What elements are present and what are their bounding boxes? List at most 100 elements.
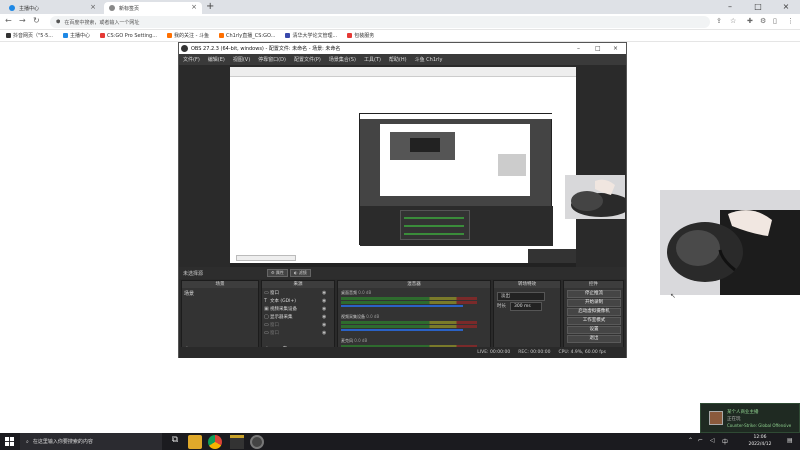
transition-select[interactable]: 淡出 xyxy=(497,292,545,301)
ime-icon[interactable]: 中 xyxy=(722,437,728,446)
eye-icon[interactable]: ◉ xyxy=(322,306,326,312)
bookmark-item[interactable]: CS:GO Pro Setting... xyxy=(100,33,157,39)
system-clock[interactable]: 12:06 2022/4/12 xyxy=(740,434,780,448)
bookmark-item[interactable]: 抖音网页（"5·5... xyxy=(6,32,53,39)
app-icon[interactable] xyxy=(230,435,244,449)
studio-mode-button[interactable]: 工作室模式 xyxy=(567,317,621,325)
forward-icon[interactable]: → xyxy=(19,16,26,25)
source-item[interactable]: 视频采集设备 xyxy=(270,306,297,312)
bookmark-item[interactable]: 清华大学论文管理... xyxy=(285,32,337,39)
stop-streaming-button[interactable]: 停止推流 xyxy=(567,290,621,298)
menu-help[interactable]: 帮助(H) xyxy=(389,56,407,63)
duration-input[interactable]: 300 ms xyxy=(510,302,542,311)
back-icon[interactable]: ← xyxy=(5,16,12,25)
bookmark-item[interactable]: Ch1rly直播_CS:GO... xyxy=(218,32,275,39)
address-bar[interactable]: ⬢ 在百度中搜索，或者输入一个网址 xyxy=(50,16,710,28)
channel-db: 0.0 dB xyxy=(366,314,380,319)
bookmark-item[interactable]: 包装服务 xyxy=(347,32,374,39)
eye-icon[interactable]: ◉ xyxy=(322,330,326,336)
notification-center-icon[interactable]: ▤ xyxy=(787,437,793,444)
virtual-camera-button[interactable]: 启动虚拟摄像机 xyxy=(567,308,621,316)
volume-slider[interactable] xyxy=(341,329,463,331)
channel-db: 0.0 dB xyxy=(354,338,368,343)
clock-date: 2022/4/12 xyxy=(748,442,772,447)
webcam-image xyxy=(660,190,800,295)
source-item[interactable]: 窗口 xyxy=(270,330,279,336)
close-window-icon[interactable]: × xyxy=(772,0,800,14)
obs-close-icon[interactable]: × xyxy=(613,43,618,54)
task-view-icon[interactable]: ⧉ xyxy=(168,435,182,449)
obs-maximize-icon[interactable]: □ xyxy=(595,43,601,54)
network-icon[interactable]: ⌐ xyxy=(698,437,703,444)
search-icon: ⌕ xyxy=(26,438,29,445)
tab-new-tab[interactable]: 新标签页 × xyxy=(104,2,202,14)
avatar xyxy=(709,411,723,425)
obs-minimize-icon[interactable]: – xyxy=(577,43,580,54)
tray-up-icon[interactable]: ⌃ xyxy=(688,437,693,444)
sidebar-icon[interactable]: ▯ xyxy=(773,17,777,25)
obs-title-bar: OBS 27.2.3 (64-bit, windows) - 配置文件: 未命名… xyxy=(179,43,626,54)
obs-taskbar-icon[interactable] xyxy=(250,435,264,449)
bookmark-item[interactable]: 主播中心 xyxy=(63,32,90,39)
star-icon[interactable]: ☆ xyxy=(730,17,736,25)
volume-icon[interactable]: ◁ xyxy=(710,437,715,444)
volume-meter xyxy=(341,321,477,324)
nested-webcam xyxy=(498,154,526,176)
preview-browser-chrome xyxy=(230,67,576,77)
exit-button[interactable]: 退出 xyxy=(567,335,621,343)
no-source-label: 未选择源 xyxy=(183,270,204,277)
eye-icon[interactable]: ◉ xyxy=(322,298,326,304)
eye-icon[interactable]: ◉ xyxy=(322,290,326,296)
extensions-icon[interactable]: ✚ xyxy=(747,17,753,25)
obs-logo-icon xyxy=(181,45,188,52)
nested-title-bar xyxy=(360,114,553,119)
reload-icon[interactable]: ↻ xyxy=(33,16,40,25)
preview-canvas[interactable] xyxy=(230,67,631,263)
menu-tools[interactable]: 工具(T) xyxy=(364,56,381,63)
menu-file[interactable]: 文件(F) xyxy=(183,56,200,63)
obs-status-bar: LIVE: 00:00:00 REC: 00:00:00 CPU: 4.9%, … xyxy=(179,347,626,358)
menu-docks[interactable]: 停靠窗口(D) xyxy=(258,56,286,63)
bookmark-item[interactable]: 我的关注 - 斗鱼 xyxy=(167,32,209,39)
chrome-icon[interactable] xyxy=(208,435,222,449)
tab-label: 主播中心 xyxy=(19,5,40,12)
notification-game: Counter-Strike: Global Offensive xyxy=(727,423,792,428)
controls-header: 控件 xyxy=(564,281,623,288)
share-icon[interactable]: ⇪ xyxy=(716,17,722,25)
settings-icon[interactable]: ⚙ xyxy=(760,17,766,25)
taskbar-search[interactable]: ⌕ 在这里输入你要搜索的内容 xyxy=(20,433,162,450)
source-item[interactable]: 显示器采集 xyxy=(270,314,293,320)
minimize-icon[interactable]: – xyxy=(716,0,744,14)
file-explorer-icon[interactable] xyxy=(188,435,202,449)
eye-icon[interactable]: ◉ xyxy=(322,314,326,320)
obs-window: OBS 27.2.3 (64-bit, windows) - 配置文件: 未命名… xyxy=(178,42,631,358)
channel-label: 桌面音频 xyxy=(341,290,357,295)
new-tab-button[interactable]: + xyxy=(206,1,214,12)
scene-item[interactable]: 场景 xyxy=(184,290,194,297)
channel-label: 麦克风 xyxy=(341,338,353,343)
volume-slider[interactable] xyxy=(341,305,463,307)
settings-button[interactable]: 设置 xyxy=(567,326,621,334)
menu-profile[interactable]: 配置文件(P) xyxy=(294,56,321,63)
close-tab-icon[interactable]: × xyxy=(191,3,197,11)
menu-douyu[interactable]: 斗鱼 Ch1rly xyxy=(415,56,443,63)
menu-icon[interactable]: ⋮ xyxy=(787,17,794,25)
start-recording-button[interactable]: 开始录制 xyxy=(567,299,621,307)
filters-button[interactable]: ◐ 滤镜 xyxy=(290,269,311,277)
webcam-thumbnail xyxy=(565,175,631,219)
menu-view[interactable]: 视图(V) xyxy=(233,56,250,63)
close-tab-icon[interactable]: × xyxy=(90,3,96,11)
menu-scene-collection[interactable]: 场景集合(S) xyxy=(329,56,356,63)
menu-edit[interactable]: 编辑(E) xyxy=(208,56,225,63)
properties-button[interactable]: ⚙ 属性 xyxy=(267,269,288,277)
favicon-icon xyxy=(109,5,115,11)
source-item[interactable]: 窗口 xyxy=(270,290,279,296)
windows-start-icon[interactable] xyxy=(5,437,14,446)
tab-anchor-center[interactable]: 主播中心 × xyxy=(4,2,101,14)
maximize-icon[interactable]: □ xyxy=(744,0,772,14)
source-item[interactable]: 窗口 xyxy=(270,322,279,328)
favicon-icon xyxy=(9,5,15,11)
game-notification[interactable]: 某个人商业主播 正在玩 Counter-Strike: Global Offen… xyxy=(700,403,800,433)
source-item[interactable]: 文本 (GDI+) xyxy=(270,298,296,304)
eye-icon[interactable]: ◉ xyxy=(322,322,326,328)
